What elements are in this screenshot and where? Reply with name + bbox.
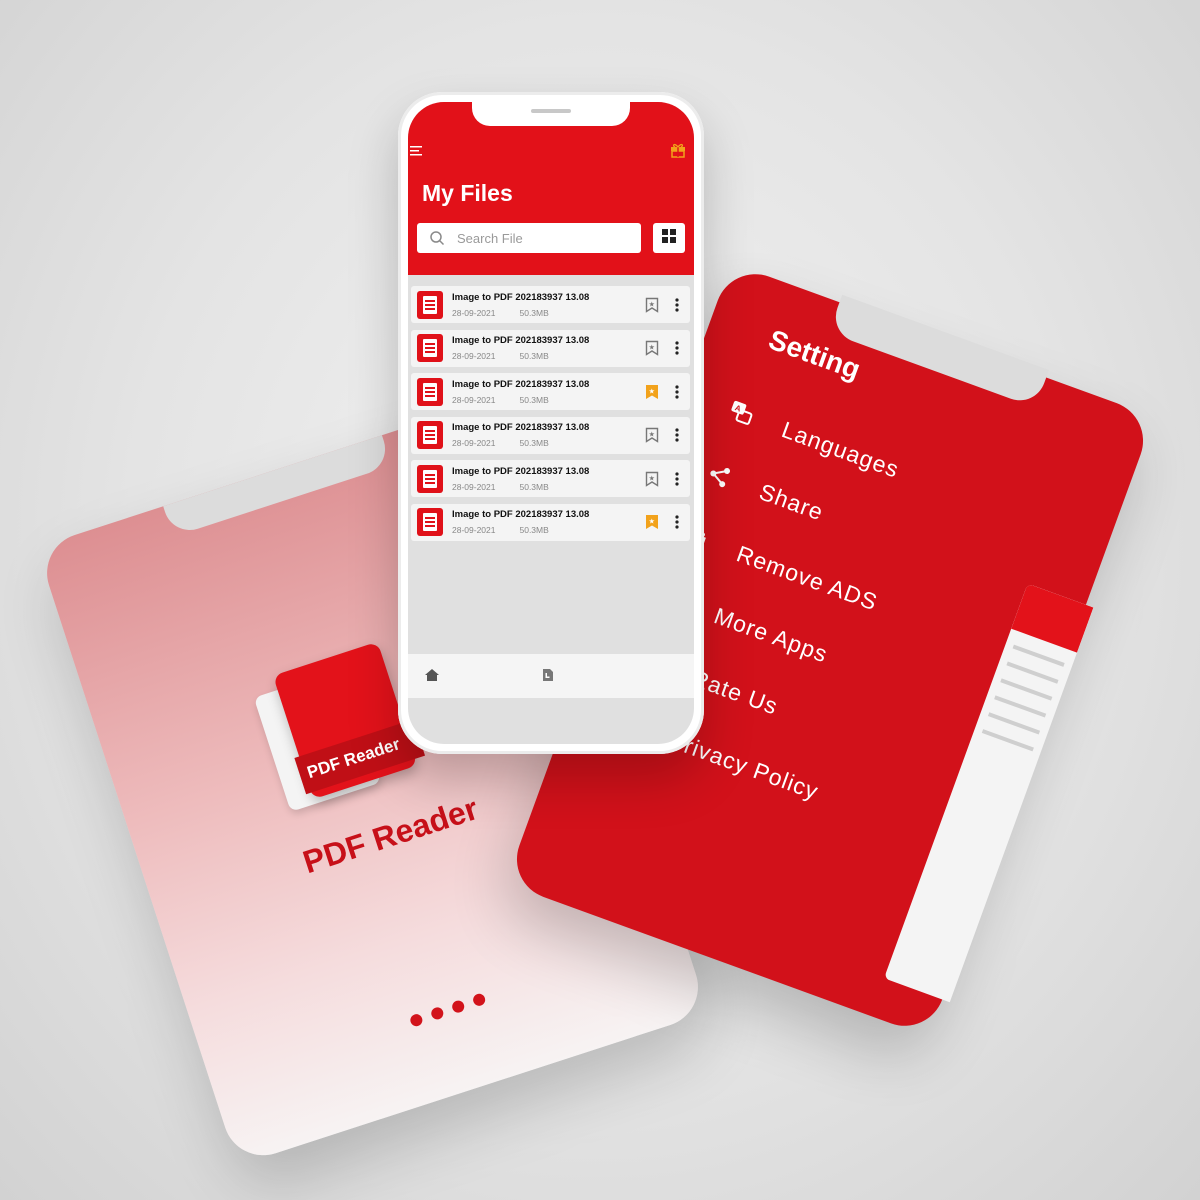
bookmark-icon[interactable]: ★ xyxy=(645,471,659,487)
more-options-icon[interactable] xyxy=(675,297,679,312)
search-icon xyxy=(429,230,445,246)
preview-line xyxy=(994,695,1047,718)
file-details: 28-09-2021 50.3MB xyxy=(452,482,645,492)
background-document-preview xyxy=(883,583,1094,1003)
page-dot xyxy=(471,992,487,1008)
pdf-file-icon xyxy=(417,290,443,319)
file-row[interactable]: Image to PDF 202183937 13.08 28-09-2021 5… xyxy=(411,416,690,454)
hamburger-menu-icon[interactable] xyxy=(410,144,426,158)
file-name: Image to PDF 202183937 13.08 xyxy=(452,465,590,477)
preview-header xyxy=(1011,583,1094,653)
share-icon xyxy=(698,455,739,496)
page-title: My Files xyxy=(422,180,513,206)
file-size: 50.3MB xyxy=(519,525,549,535)
file-details: 28-09-2021 50.3MB xyxy=(452,308,645,318)
phone-notch xyxy=(160,427,392,537)
svg-text:★: ★ xyxy=(649,474,655,482)
bookmark-icon[interactable]: ★ xyxy=(645,297,659,313)
bookmark-icon[interactable]: ★ xyxy=(645,340,659,356)
phone-speaker xyxy=(531,109,571,113)
file-name: Image to PDF 202183937 13.08 xyxy=(452,509,590,520)
file-meta: Image to PDF 202183937 13.08 28-09-2021 5… xyxy=(452,379,645,405)
svg-text:★: ★ xyxy=(649,300,655,308)
file-row[interactable]: Image to PDF 202183937 13.08 28-09-2021 5… xyxy=(411,329,690,367)
file-size: 50.3MB xyxy=(519,351,549,361)
file-meta: Image to PDF 202183937 13.08 28-09-2021 5… xyxy=(452,335,645,361)
more-options-icon[interactable] xyxy=(675,428,679,442)
preview-line xyxy=(987,712,1041,735)
file-meta: Image to PDF 202183937 13.08 28-09-2021 5… xyxy=(452,292,645,318)
preview-line xyxy=(981,729,1034,752)
page-dot xyxy=(450,999,466,1015)
more-options-icon[interactable] xyxy=(675,384,679,399)
phone-notch xyxy=(828,294,1049,408)
settings-item-label: Share xyxy=(756,477,828,526)
pdf-file-icon xyxy=(417,377,443,406)
more-options-icon[interactable] xyxy=(675,515,679,529)
file-size: 50.3MB xyxy=(519,307,549,318)
phone-notch xyxy=(472,102,630,126)
file-name: Image to PDF 202183937 13.08 xyxy=(452,291,590,303)
file-name: Image to PDF 202183937 13.08 xyxy=(452,378,590,390)
file-name: Image to PDF 202183937 13.08 xyxy=(452,335,590,346)
preview-line xyxy=(1012,644,1065,667)
file-row[interactable]: Image to PDF 202183937 13.08 28-09-2021 5… xyxy=(411,373,690,410)
file-row[interactable]: Image to PDF 202183937 13.08 28-09-2021 5… xyxy=(411,286,690,323)
file-date: 28-09-2021 xyxy=(452,481,496,492)
grid-view-icon xyxy=(662,228,676,248)
file-row[interactable]: Image to PDF 202183937 13.08 28-09-2021 5… xyxy=(411,460,690,497)
file-row[interactable]: Image to PDF 202183937 13.08 28-09-2021 5… xyxy=(411,503,690,541)
more-options-icon[interactable] xyxy=(675,471,679,486)
file-meta: Image to PDF 202183937 13.08 28-09-2021 5… xyxy=(452,422,645,448)
bookmark-active-icon[interactable]: ★ xyxy=(645,514,659,530)
file-details: 28-09-2021 50.3MB xyxy=(452,395,645,405)
file-date: 28-09-2021 xyxy=(452,394,496,405)
preview-line xyxy=(1000,678,1053,701)
more-options-icon[interactable] xyxy=(675,341,679,355)
svg-text:★: ★ xyxy=(649,387,655,395)
page-dot xyxy=(429,1005,445,1022)
svg-text:★: ★ xyxy=(649,344,655,352)
file-details: 28-09-2021 50.3MB xyxy=(452,351,645,361)
my-files-screen-phone: My Files Image to PDF 202183937 13.08 28… xyxy=(398,92,704,754)
file-date: 28-09-2021 xyxy=(452,351,496,361)
file-name: Image to PDF 202183937 13.08 xyxy=(452,422,590,433)
pdf-file-icon xyxy=(417,464,443,493)
files-header: My Files xyxy=(408,102,694,275)
file-date: 28-09-2021 xyxy=(452,525,496,535)
preview-line xyxy=(1006,661,1059,684)
file-meta: Image to PDF 202183937 13.08 28-09-2021 5… xyxy=(452,509,645,535)
file-details: 28-09-2021 50.3MB xyxy=(452,438,645,448)
file-details: 28-09-2021 50.3MB xyxy=(452,525,645,535)
bookmark-icon[interactable]: ★ xyxy=(645,427,659,443)
svg-text:★: ★ xyxy=(649,431,655,439)
file-size: 50.3MB xyxy=(519,438,549,448)
file-date: 28-09-2021 xyxy=(452,438,496,448)
svg-text:★: ★ xyxy=(649,518,655,526)
pdf-file-icon xyxy=(417,334,443,362)
page-indicator xyxy=(210,927,686,1097)
page-dot xyxy=(408,1012,424,1028)
gift-icon[interactable] xyxy=(670,142,686,158)
file-size: 50.3MB xyxy=(519,481,549,492)
grid-view-button[interactable] xyxy=(653,223,685,253)
bookmark-active-icon[interactable]: ★ xyxy=(645,384,659,400)
home-icon[interactable] xyxy=(424,668,440,682)
file-meta: Image to PDF 202183937 13.08 28-09-2021 5… xyxy=(452,466,645,492)
pdf-file-icon xyxy=(417,508,443,536)
translate-icon: A xyxy=(721,393,762,434)
file-date: 28-09-2021 xyxy=(452,307,496,318)
phone-screen: My Files Image to PDF 202183937 13.08 28… xyxy=(408,102,694,744)
bottom-navigation xyxy=(408,654,694,698)
search-bar[interactable] xyxy=(417,223,641,253)
file-list: Image to PDF 202183937 13.08 28-09-2021 5… xyxy=(411,286,690,547)
search-input[interactable] xyxy=(455,229,619,247)
pdf-file-icon xyxy=(417,421,443,449)
file-size: 50.3MB xyxy=(519,394,549,405)
file-icon[interactable] xyxy=(541,668,555,682)
